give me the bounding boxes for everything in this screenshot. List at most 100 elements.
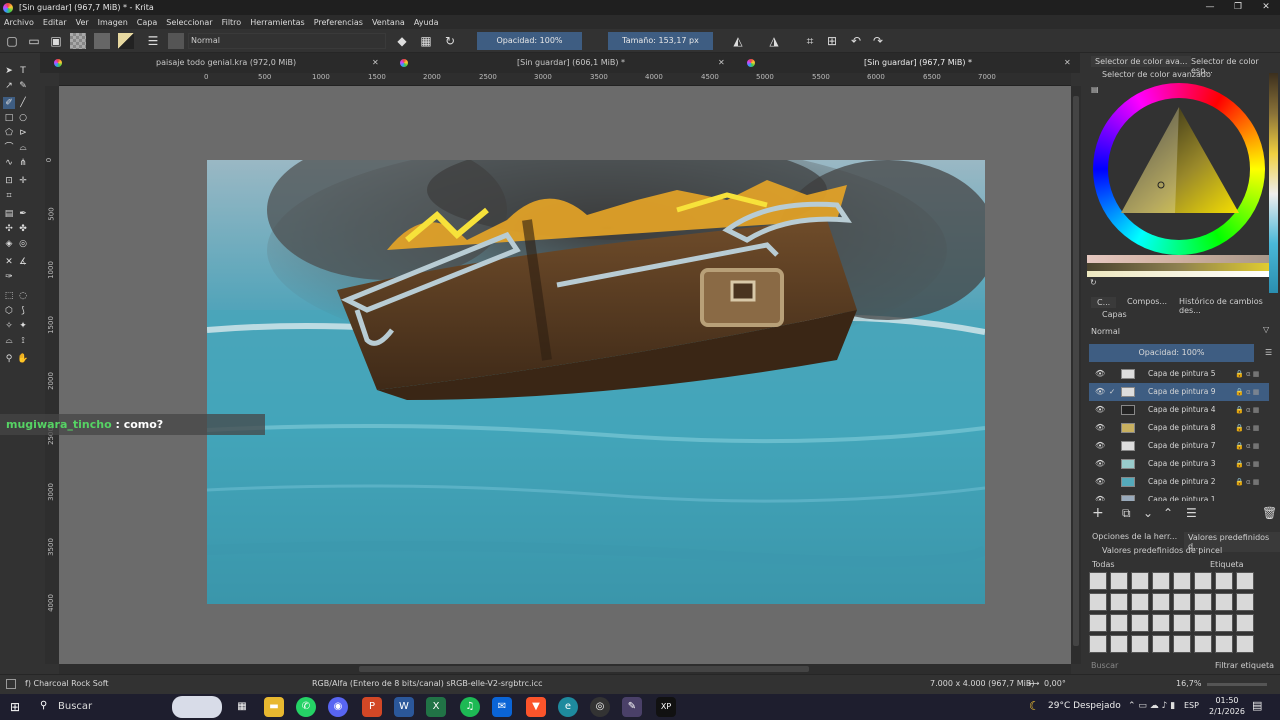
brave-icon[interactable]: ▼ xyxy=(526,697,546,717)
whatsapp-icon[interactable]: ✆ xyxy=(296,697,316,717)
mirror-vertical-icon[interactable]: ◮ xyxy=(766,33,782,49)
brush-preset-item[interactable] xyxy=(1173,572,1191,590)
visibility-eye-icon[interactable]: 👁 xyxy=(1095,401,1105,419)
tag-label[interactable]: Etiqueta xyxy=(1210,560,1244,569)
tab-tool-options[interactable]: Opciones de la herr... xyxy=(1092,532,1177,541)
word-icon[interactable]: W xyxy=(394,697,414,717)
visibility-eye-icon[interactable]: 👁 xyxy=(1095,419,1105,437)
layer-opacity-slider[interactable]: Opacidad: 100% xyxy=(1089,344,1254,362)
clock-date[interactable]: 2/1/2026 xyxy=(1205,707,1249,716)
reload-preset-icon[interactable]: ↻ xyxy=(442,33,458,49)
measure-tool-icon[interactable]: ∡ xyxy=(17,256,29,268)
rect-select-icon[interactable]: ⬚ xyxy=(3,290,15,302)
layer-name[interactable]: Capa de pintura 5 xyxy=(1148,365,1215,383)
layer-lock-icon[interactable]: 🔒 α ▦ xyxy=(1235,473,1259,491)
scroll-thumb[interactable] xyxy=(1073,96,1079,646)
painting-canvas[interactable] xyxy=(207,160,985,604)
menu-preferencias[interactable]: Preferencias xyxy=(314,18,363,27)
move-tool-icon[interactable]: ✛ xyxy=(17,175,29,187)
menu-editar[interactable]: Editar xyxy=(43,18,67,27)
dynamic-brush-icon[interactable]: ∿ xyxy=(3,157,15,169)
mail-icon[interactable]: ✉ xyxy=(492,697,512,717)
filter-icon[interactable]: ▽ xyxy=(1263,325,1269,334)
magnetic-select-icon[interactable]: ⟟ xyxy=(17,335,29,347)
tab-advanced-color[interactable]: Selector de color ava... xyxy=(1091,56,1192,67)
brush-preset-item[interactable] xyxy=(1110,635,1128,653)
brush-preset-item[interactable] xyxy=(1152,614,1170,632)
foreground-background-color-icon[interactable] xyxy=(118,33,134,49)
weather-text[interactable]: 29°C Despejado xyxy=(1048,701,1121,711)
close-tab-2-icon[interactable]: ✕ xyxy=(718,53,725,73)
brush-preset-item[interactable] xyxy=(1110,572,1128,590)
brush-search-input[interactable]: Buscar xyxy=(1091,661,1118,670)
brush-preset-item[interactable] xyxy=(1194,635,1212,653)
select-shapes-icon[interactable]: ➤ xyxy=(3,65,15,77)
text-tool-icon[interactable]: T xyxy=(17,65,29,77)
color-shade-bar[interactable] xyxy=(1087,263,1269,271)
tab-channels[interactable]: C... xyxy=(1091,297,1117,308)
polygon-tool-icon[interactable]: ⬠ xyxy=(3,127,15,139)
color-hue-ring[interactable] xyxy=(1093,83,1265,255)
layer-row[interactable]: 👁 Capa de pintura 4 🔒 α ▦ xyxy=(1089,401,1269,419)
brush-settings-icon[interactable]: ☰ xyxy=(145,33,161,49)
brush-preset-item[interactable] xyxy=(1089,635,1107,653)
eraser-icon[interactable]: ◆ xyxy=(394,33,410,49)
layer-name[interactable]: Capa de pintura 1 xyxy=(1148,491,1215,501)
brush-preset-item[interactable] xyxy=(1215,614,1233,632)
rectangle-tool-icon[interactable]: □ xyxy=(3,112,15,124)
opacity-slider[interactable]: Opacidad: 100% xyxy=(477,32,582,50)
layer-row[interactable]: 👁 Capa de pintura 8 🔒 α ▦ xyxy=(1089,419,1269,437)
polyline-tool-icon[interactable]: ⊳ xyxy=(17,127,29,139)
brush-preset-item[interactable] xyxy=(1131,614,1149,632)
rotation-icon[interactable]: ⟷ xyxy=(1028,679,1039,688)
freehand-path-icon[interactable]: ⌓ xyxy=(17,142,29,154)
size-slider[interactable]: Tamaño: 153,17 px xyxy=(608,32,713,50)
new-document-icon[interactable]: ▢ xyxy=(4,33,20,49)
move-layer-up-icon[interactable]: ⌃ xyxy=(1163,506,1173,520)
brush-preset-item[interactable] xyxy=(1110,593,1128,611)
crop-icon[interactable]: ⌗ xyxy=(802,33,818,49)
rotation-label[interactable]: 0,00° xyxy=(1044,679,1066,688)
search-highlight-icon[interactable] xyxy=(172,696,222,718)
system-tray-icons[interactable]: ⌃ ▭ ☁ ♪ ▮ xyxy=(1128,701,1175,711)
file-explorer-icon[interactable]: ▬ xyxy=(264,697,284,717)
color-picker-icon[interactable]: ✒ xyxy=(17,208,29,220)
contiguous-select-icon[interactable]: ✧ xyxy=(3,320,15,332)
brush-preset-item[interactable] xyxy=(1194,572,1212,590)
layer-lock-icon[interactable]: 🔒 α ▦ xyxy=(1235,455,1259,473)
tab-document-1[interactable]: paisaje todo genial.kra (972,0 MiB) xyxy=(156,53,296,73)
brush-preset-item[interactable] xyxy=(1173,593,1191,611)
mirror-horizontal-icon[interactable]: ◭ xyxy=(730,33,746,49)
visibility-eye-icon[interactable]: 👁 xyxy=(1095,365,1105,383)
layer-name[interactable]: Capa de pintura 4 xyxy=(1148,401,1215,419)
zoom-slider[interactable] xyxy=(1207,683,1267,686)
brush-preset-item[interactable] xyxy=(1236,572,1254,590)
taskbar-search[interactable]: Buscar xyxy=(58,701,92,712)
multibrush-icon[interactable]: ⋔ xyxy=(17,157,29,169)
brush-preset-item[interactable] xyxy=(1152,572,1170,590)
color-settings-icon[interactable]: ▤ xyxy=(1091,85,1099,94)
brush-preset-grid[interactable] xyxy=(1089,572,1257,658)
spotify-icon[interactable]: ♫ xyxy=(460,697,480,717)
brush-preset-item[interactable] xyxy=(1110,614,1128,632)
brush-preset-item[interactable] xyxy=(1215,635,1233,653)
fill-tool-icon[interactable]: ◈ xyxy=(3,238,15,250)
menu-ayuda[interactable]: Ayuda xyxy=(414,18,439,27)
bezier-select-icon[interactable]: ⌓ xyxy=(3,335,15,347)
pattern-swatch-icon[interactable] xyxy=(94,33,110,49)
layer-row[interactable]: 👁 Capa de pintura 2 🔒 α ▦ xyxy=(1089,473,1269,491)
brush-preset-item[interactable] xyxy=(1236,593,1254,611)
layer-row-selected[interactable]: 👁 ✓ Capa de pintura 9 🔒 α ▦ xyxy=(1089,383,1269,401)
layer-lock-icon[interactable]: 🔒 α ▦ xyxy=(1235,419,1259,437)
enclose-fill-icon[interactable]: ◎ xyxy=(17,238,29,250)
discord-icon[interactable]: ◉ xyxy=(328,697,348,717)
excel-icon[interactable]: X xyxy=(426,697,446,717)
layer-properties-icon[interactable]: ☰ xyxy=(1186,506,1197,520)
color-triangle[interactable] xyxy=(1115,103,1243,223)
menu-capa[interactable]: Capa xyxy=(137,18,157,27)
menu-archivo[interactable]: Archivo xyxy=(4,18,34,27)
language-indicator[interactable]: ESP xyxy=(1184,701,1199,710)
pan-tool-icon[interactable]: ✋ xyxy=(17,353,29,365)
brush-preset-item[interactable] xyxy=(1236,635,1254,653)
gradient-swatch-icon[interactable] xyxy=(70,33,86,49)
